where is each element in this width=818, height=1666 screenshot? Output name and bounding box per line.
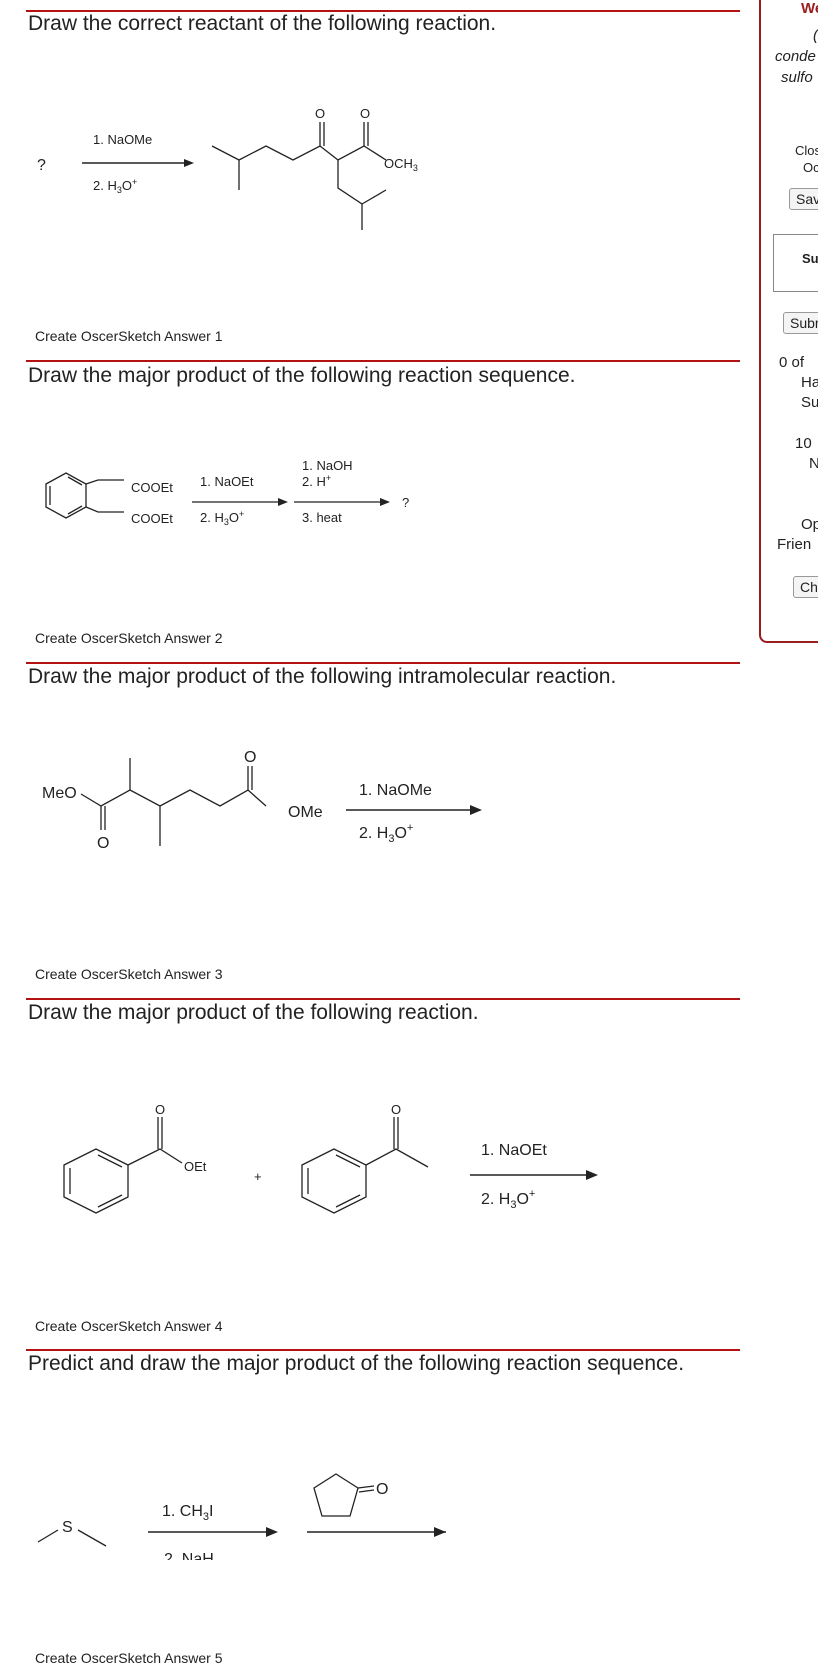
ester-oxygen: O	[360, 106, 370, 121]
beta-keto-ester-product	[211, 122, 387, 230]
ketone-oxygen: O	[315, 106, 325, 121]
question-1-scheme: ? 1. NaOMe 2. H3O+ O O OCH3	[26, 80, 466, 255]
plus-sign: +	[254, 1169, 262, 1184]
sidebar-header: We	[801, 0, 818, 17]
reagent-step-1: 1. NaOEt	[481, 1142, 547, 1159]
question-5-scheme: S 1. CH3I 2. NaH O	[26, 1460, 446, 1568]
reagent-step-1: 1. CH3I	[162, 1503, 213, 1523]
create-sketch-answer-5[interactable]: Create OscerSketch Answer 5	[35, 1650, 223, 1666]
sidebar-text-n: N	[809, 455, 818, 472]
submit-button[interactable]: Subr	[783, 312, 818, 334]
step-b-reagent-2: 2. H+	[302, 473, 331, 489]
carbonyl-oxygen-left: O	[97, 835, 109, 852]
create-sketch-answer-4[interactable]: Create OscerSketch Answer 4	[35, 1318, 223, 1334]
ketone-carbonyl-oxygen: O	[391, 1102, 401, 1117]
ester-group-2: COOEt	[131, 511, 173, 526]
save-button[interactable]: Sav	[789, 188, 818, 210]
sidebar-action-button[interactable]: Ch	[793, 576, 818, 598]
sidebar-desc-3: sulfo	[781, 69, 813, 86]
step-a-reagent-2: 2. H3O+	[200, 509, 244, 527]
step-b-reagent-3: 3. heat	[302, 510, 342, 525]
reagent-step-2: 2. H3O+	[481, 1188, 535, 1211]
reagent-step-2: 2. H3O+	[93, 177, 137, 195]
cyclopentanone	[313, 1473, 375, 1517]
ketone-oxygen: O	[376, 1481, 388, 1498]
sidebar-box: Su	[773, 234, 818, 292]
question-1-title: Draw the correct reactant of the followi…	[28, 12, 497, 35]
question-3-scheme: MeO O O OMe 1. NaOMe 2. H3O+	[26, 740, 486, 865]
create-sketch-answer-2[interactable]: Create OscerSketch Answer 2	[35, 630, 223, 646]
question-3-title: Draw the major product of the following …	[28, 665, 617, 688]
sidebar-desc-1: (	[813, 27, 818, 44]
carbonyl-oxygen-right: O	[244, 749, 256, 766]
sidebar-points: 10	[795, 435, 812, 452]
reagent-step-2: 2. H3O+	[359, 822, 413, 845]
diester-substrate	[80, 758, 267, 846]
methoxy-left: MeO	[42, 785, 77, 802]
ester-carbonyl-oxygen: O	[155, 1102, 165, 1117]
ethoxy-label: OEt	[184, 1159, 207, 1174]
diester-reactant	[45, 472, 124, 519]
assignment-sidebar: We ( conde sulfo Clos Oc Sav Su Subr 0 o…	[759, 0, 818, 643]
create-sketch-answer-3[interactable]: Create OscerSketch Answer 3	[35, 966, 223, 982]
sidebar-text-op: Op	[801, 516, 818, 533]
sidebar-close-label: Clos	[795, 143, 818, 158]
sidebar-close-sub: Oc	[803, 160, 818, 175]
ester-group-1: COOEt	[131, 480, 173, 495]
sidebar-friend: Frien	[777, 536, 812, 553]
reagent-step-2: 2. NaH	[164, 1551, 214, 1560]
unknown-reactant-mark: ?	[37, 157, 46, 174]
methoxy-label: OCH3	[384, 156, 418, 173]
create-sketch-answer-1[interactable]: Create OscerSketch Answer 1	[35, 328, 223, 344]
sidebar-text-h: Ha	[801, 374, 818, 391]
question-5-title: Predict and draw the major product of th…	[28, 1352, 685, 1375]
reagent-step-1: 1. NaOMe	[93, 132, 152, 147]
question-4-title: Draw the major product of the following …	[28, 1001, 479, 1024]
acetophenone	[301, 1117, 429, 1214]
reagent-step-1: 1. NaOMe	[359, 782, 432, 799]
step-b-reagent-1: 1. NaOH	[302, 458, 353, 473]
question-2-title: Draw the major product of the following …	[28, 364, 576, 387]
sidebar-desc-2: conde	[775, 48, 816, 65]
methoxy-right: OMe	[288, 804, 323, 821]
step-a-reagent-1: 1. NaOEt	[200, 474, 254, 489]
progress-count: 0 of	[779, 354, 805, 371]
sidebar-text-s: Su	[801, 394, 818, 411]
unknown-product-mark: ?	[402, 495, 409, 510]
sulfur-label: S	[62, 1519, 73, 1536]
question-4-scheme: O OEt + O 1. NaOEt 2. H3O+	[26, 1095, 606, 1240]
question-2-scheme: COOEt COOEt 1. NaOEt 2. H3O+ 1. NaOH 2. …	[26, 440, 446, 565]
sidebar-box-label: Su	[802, 251, 818, 266]
ethyl-benzoate	[63, 1117, 183, 1214]
